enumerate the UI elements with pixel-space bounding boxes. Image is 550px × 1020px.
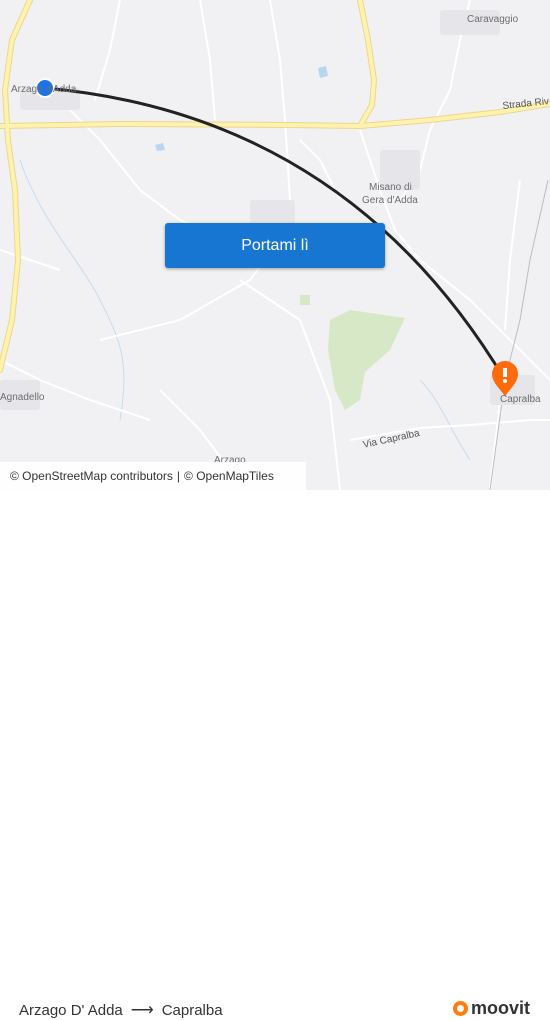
place-label-agnadello: Agnadello [0,392,45,403]
take-me-there-button[interactable]: Portami lì [165,223,385,268]
place-label-capralba: Capralba [500,394,541,405]
place-label-caravaggio: Caravaggio [467,14,519,25]
route-destination: Capralba [161,1001,223,1019]
water-area [155,143,165,151]
place-label-arzago: Arzago d'Adda [11,84,77,95]
moovit-logo-text: moovit [470,998,530,1018]
route-origin: Arzago D' Adda [19,1001,123,1019]
map[interactable]: Caravaggio Arzago d'Adda Misano di Gera … [0,0,550,490]
stream [419,379,471,461]
park-area [300,295,310,305]
place-label-misano-line2: Gera d'Adda [362,195,418,206]
footer: Arzago D' Adda ⟶ Capralba moovit [0,490,550,1019]
park-area [328,310,405,410]
map-attribution: © OpenStreetMap contributors | © OpenMap… [0,462,306,490]
moovit-logo[interactable]: moovit [452,998,530,1019]
arrow-right-icon: ⟶ [130,1002,154,1019]
attribution-separator: | [176,469,181,483]
osm-attribution-link[interactable]: © OpenStreetMap contributors [10,469,173,483]
route-summary: Arzago D' Adda ⟶ Capralba [19,1000,223,1020]
railway [489,179,549,490]
moovit-logo-icon [452,1001,468,1016]
openmaptiles-attribution-link[interactable]: © OpenMapTiles [184,469,274,483]
place-label-misano-line1: Misano di [369,182,412,193]
main-roads [0,0,550,372]
water-area [318,66,328,78]
main-roads-casing [0,0,550,373]
